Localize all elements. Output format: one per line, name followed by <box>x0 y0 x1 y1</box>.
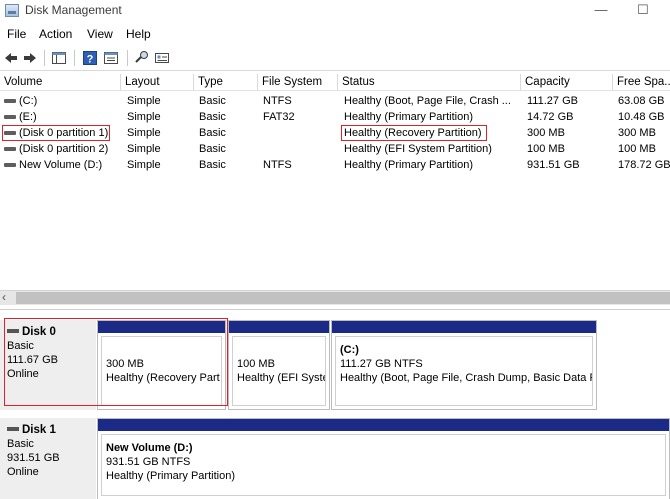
cell-capacity: 100 MB <box>527 143 565 155</box>
back-icon[interactable] <box>3 50 19 66</box>
menu-action[interactable]: Action <box>39 27 72 41</box>
forward-icon[interactable] <box>22 50 38 66</box>
column-free-space[interactable]: Free Spa... <box>613 74 670 91</box>
cell-layout: Simple <box>127 127 161 139</box>
menu-view[interactable]: View <box>87 27 113 41</box>
partition-name <box>237 343 325 357</box>
cell-capacity: 111.27 GB <box>527 95 578 107</box>
disk-management-icon <box>5 4 19 17</box>
menu-file[interactable]: File <box>7 27 26 41</box>
column-status[interactable]: Status <box>338 74 521 91</box>
cell-status: Healthy (Primary Partition) <box>344 159 473 171</box>
column-file-system[interactable]: File System <box>258 74 338 91</box>
cell-type: Basic <box>199 127 226 139</box>
disk-label[interactable]: Disk 1 Basic 931.51 GB Online <box>0 418 96 499</box>
volume-list: Volume Layout Type File System Status Ca… <box>0 74 670 288</box>
highlight-recovery-partition <box>4 318 228 406</box>
cell-file-system: NTFS <box>263 159 292 171</box>
disk-row: Disk 1 Basic 931.51 GB Online New Volume… <box>0 418 670 499</box>
title-bar: Disk Management — ☐ <box>0 0 670 22</box>
cell-file-system: NTFS <box>263 95 292 107</box>
partition-body: New Volume (D:) 931.51 GB NTFS Healthy (… <box>101 434 666 496</box>
help-icon[interactable]: ? <box>82 50 98 66</box>
cell-type: Basic <box>199 143 226 155</box>
volume-icon <box>4 115 16 119</box>
cell-layout: Simple <box>127 159 161 171</box>
toolbar-separator <box>74 50 75 66</box>
window-title: Disk Management <box>25 3 122 17</box>
cell-status: Healthy (Boot, Page File, Crash ... <box>344 95 511 107</box>
cell-free-space: 178.72 GB <box>618 159 670 171</box>
partition-c[interactable]: (C:) 111.27 GB NTFS Healthy (Boot, Page … <box>331 320 597 410</box>
partition-name: (C:) <box>340 344 359 356</box>
column-type[interactable]: Type <box>194 74 258 91</box>
cell-volume: (Disk 0 partition 2) <box>19 143 109 155</box>
scroll-left-icon[interactable]: ‹ <box>2 290 14 304</box>
svg-text:?: ? <box>87 54 94 66</box>
menu-help[interactable]: Help <box>126 27 151 41</box>
cell-capacity: 300 MB <box>527 127 565 139</box>
toolbar: ? <box>0 45 670 71</box>
disk-name: Disk 1 <box>22 424 56 436</box>
partition-body: 100 MB Healthy (EFI Syste <box>232 336 326 406</box>
partition-d[interactable]: New Volume (D:) 931.51 GB NTFS Healthy (… <box>97 418 670 499</box>
cell-free-space: 300 MB <box>618 127 656 139</box>
partition-status: Healthy (Boot, Page File, Crash Dump, Ba… <box>340 372 593 384</box>
partition-bar <box>332 321 596 333</box>
column-capacity[interactable]: Capacity <box>521 74 613 91</box>
disk-size: 931.51 GB <box>7 452 60 464</box>
disk-row: Disk 0 Basic 111.67 GB Online 300 MB Hea… <box>0 318 670 410</box>
cell-free-space: 10.48 GB <box>618 111 665 123</box>
cell-type: Basic <box>199 95 226 107</box>
cell-volume: (E:) <box>19 111 37 123</box>
partition-bar <box>229 321 329 333</box>
cell-type: Basic <box>199 159 226 171</box>
partition-size: 100 MB <box>237 358 275 370</box>
partition-status: Healthy (Primary Partition) <box>106 470 235 482</box>
maximize-button[interactable]: ☐ <box>628 2 658 20</box>
cell-status: Healthy (Primary Partition) <box>344 111 473 123</box>
toolbar-separator <box>44 50 45 66</box>
cell-layout: Simple <box>127 143 161 155</box>
column-volume[interactable]: Volume <box>0 74 121 91</box>
cell-free-space: 100 MB <box>618 143 656 155</box>
cell-volume: (C:) <box>19 95 38 107</box>
partition-body: (C:) 111.27 GB NTFS Healthy (Boot, Page … <box>335 336 593 406</box>
cell-free-space: 63.08 GB <box>618 95 665 107</box>
horizontal-scrollbar[interactable]: ‹ <box>0 290 670 305</box>
cell-file-system: FAT32 <box>263 111 295 123</box>
disk-graphical-view: Disk 0 Basic 111.67 GB Online 300 MB Hea… <box>0 309 670 499</box>
volume-icon <box>4 99 16 103</box>
cell-layout: Simple <box>127 95 161 107</box>
cell-status: Healthy (EFI System Partition) <box>344 143 492 155</box>
cell-type: Basic <box>199 111 226 123</box>
partition-size: 111.27 GB NTFS <box>340 358 423 370</box>
volume-icon <box>4 163 16 167</box>
properties-icon[interactable] <box>103 50 119 66</box>
volume-icon <box>4 147 16 151</box>
scrollbar-thumb[interactable] <box>16 292 670 304</box>
connect-icon[interactable] <box>134 50 150 66</box>
disk-icon <box>7 427 19 432</box>
cell-volume: New Volume (D:) <box>19 159 103 171</box>
partition-name: New Volume (D:) <box>106 442 193 454</box>
cell-capacity: 14.72 GB <box>527 111 574 123</box>
partition-efi[interactable]: 100 MB Healthy (EFI Syste <box>228 320 330 410</box>
console-tree-icon[interactable] <box>51 50 67 66</box>
disk-type: Basic <box>7 438 34 450</box>
column-layout[interactable]: Layout <box>121 74 194 91</box>
partition-status: Healthy (EFI Syste <box>237 372 326 384</box>
cell-layout: Simple <box>127 111 161 123</box>
disk-state: Online <box>7 466 39 478</box>
partition-bar <box>98 419 669 431</box>
cell-capacity: 931.51 GB <box>527 159 580 171</box>
properties-sheet-icon[interactable] <box>154 50 170 66</box>
minimize-button[interactable]: — <box>586 2 616 20</box>
menu-bar: File Action View Help <box>0 24 670 44</box>
partition-size: 931.51 GB NTFS <box>106 456 191 468</box>
highlight-recovery-volume <box>2 125 110 141</box>
toolbar-separator <box>127 50 128 66</box>
highlight-recovery-status <box>341 125 487 141</box>
